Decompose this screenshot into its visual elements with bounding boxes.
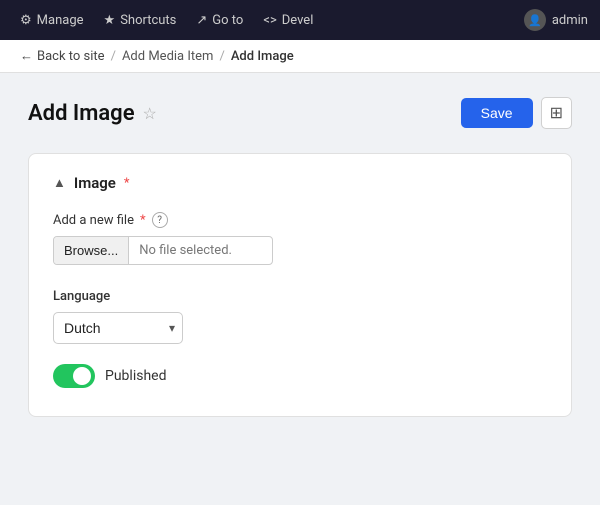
top-navbar: ⚙ Manage ★ Shortcuts ↗ Go to <> Devel 👤 … — [0, 0, 600, 40]
page-title: Add Image — [28, 101, 135, 126]
layout-icon: ⊞ — [550, 103, 563, 123]
star-icon: ★ — [104, 13, 116, 28]
main-card: ▲ Image * Add a new file * ? Browse... N… — [28, 153, 572, 417]
file-field-label-text: Add a new file — [53, 213, 134, 228]
language-select[interactable]: Dutch English French German — [53, 312, 183, 344]
layout-toggle-button[interactable]: ⊞ — [541, 97, 572, 129]
nav-devel[interactable]: <> Devel — [255, 9, 321, 32]
back-to-site-label: Back to site — [37, 49, 105, 64]
section-title: Image — [74, 174, 116, 192]
image-section-header[interactable]: ▲ Image * — [53, 174, 547, 192]
code-icon: <> — [263, 13, 276, 28]
file-field: Add a new file * ? Browse... No file sel… — [53, 212, 547, 265]
file-field-label: Add a new file * ? — [53, 212, 547, 228]
file-field-required-star: * — [140, 213, 146, 228]
favorite-star-icon[interactable]: ☆ — [143, 104, 157, 123]
admin-label: admin — [552, 13, 588, 28]
admin-menu[interactable]: 👤 admin — [524, 9, 588, 31]
browse-button[interactable]: Browse... — [54, 237, 129, 264]
nav-goto-label: Go to — [212, 13, 243, 28]
toggle-slider — [53, 364, 95, 388]
file-name-display: No file selected. — [129, 237, 242, 264]
section-collapse-icon: ▲ — [53, 175, 66, 191]
breadcrumb-bar: ← Back to site / Add Media Item / Add Im… — [0, 40, 600, 73]
nav-shortcuts[interactable]: ★ Shortcuts — [96, 9, 185, 32]
nav-manage[interactable]: ⚙ Manage — [12, 9, 92, 32]
page-header: Add Image ☆ Save ⊞ — [28, 97, 572, 129]
language-label: Language — [53, 289, 547, 304]
nav-devel-label: Devel — [282, 13, 314, 28]
language-select-wrapper: Dutch English French German ▾ — [53, 312, 183, 344]
published-toggle[interactable] — [53, 364, 95, 388]
breadcrumb-current: Add Image — [231, 49, 294, 64]
section-required-indicator: * — [124, 176, 130, 191]
nav-goto[interactable]: ↗ Go to — [188, 9, 251, 32]
page-content: Add Image ☆ Save ⊞ ▲ Image * Add a new f… — [0, 73, 600, 441]
nav-manage-label: Manage — [37, 13, 84, 28]
manage-icon: ⚙ — [20, 13, 32, 28]
save-button[interactable]: Save — [461, 98, 533, 128]
goto-icon: ↗ — [196, 13, 207, 28]
breadcrumb-add-media-item[interactable]: Add Media Item — [122, 49, 213, 64]
published-row: Published — [53, 364, 547, 388]
breadcrumb-separator-1: / — [111, 49, 116, 64]
back-arrow-icon: ← — [20, 48, 33, 64]
back-to-site-link[interactable]: ← Back to site — [20, 48, 105, 64]
nav-shortcuts-label: Shortcuts — [120, 13, 176, 28]
file-input-wrapper: Browse... No file selected. — [53, 236, 273, 265]
page-title-row: Add Image ☆ — [28, 101, 157, 126]
language-field: Language Dutch English French German ▾ — [53, 289, 547, 344]
breadcrumb-separator-2: / — [219, 49, 224, 64]
file-field-help-icon[interactable]: ? — [152, 212, 168, 228]
admin-avatar: 👤 — [524, 9, 546, 31]
header-actions: Save ⊞ — [461, 97, 572, 129]
published-label: Published — [105, 368, 166, 384]
